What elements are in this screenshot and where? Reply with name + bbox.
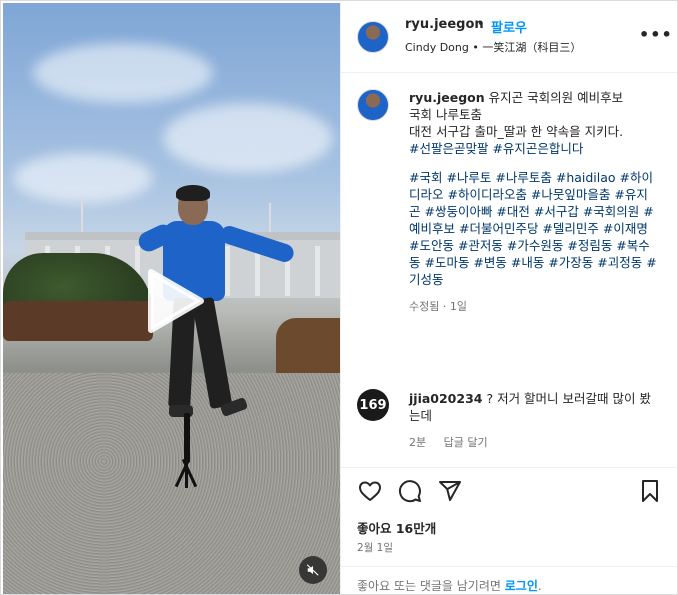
comment-username[interactable]: jjia020234: [409, 391, 482, 406]
caption-line3: 대전 서구갑 출마_딸과 한 약속을 지키다.: [409, 124, 624, 139]
post-caption: ryu.jeegon 유지곤 국회의원 예비후보 국회 나루토춤 대전 서구갑 …: [409, 89, 659, 315]
caption-edited-time: 수정됨 · 1일: [409, 300, 467, 313]
login-prompt-text: 좋아요 또는 댓글을 남기려면: [357, 579, 505, 593]
post-dialog: ryu.jeegon • 팔로우 Cindy Dong • 一笑江湖（科目三） …: [0, 0, 678, 595]
post-sidebar: ryu.jeegon • 팔로우 Cindy Dong • 一笑江湖（科目三） …: [340, 1, 677, 594]
separator-dot: •: [477, 17, 485, 32]
caption-username[interactable]: ryu.jeegon: [409, 90, 485, 105]
tripod: [174, 413, 198, 488]
audio-attribution[interactable]: Cindy Dong • 一笑江湖（科目三）: [405, 39, 581, 55]
header-username[interactable]: ryu.jeegon: [405, 17, 484, 32]
caption-line1: 유지곤 국회의원 예비후보: [488, 90, 624, 105]
post-actions: 좋아요 16만개 2월 1일 좋아요 또는 댓글을 남기려면 로그인.: [341, 467, 677, 594]
more-options-icon[interactable]: •••: [639, 25, 673, 44]
comment-avatar[interactable]: 169: [357, 389, 389, 421]
login-suffix: .: [537, 579, 542, 593]
avatar[interactable]: [357, 21, 389, 53]
login-prompt-row: 좋아요 또는 댓글을 남기려면 로그인.: [341, 566, 677, 594]
follow-button[interactable]: 팔로우: [491, 17, 527, 36]
paper-plane-icon[interactable]: [437, 478, 463, 504]
bookmark-icon[interactable]: [637, 478, 663, 504]
post-date: 2월 1일: [357, 542, 394, 554]
caption-line2: 국회 나루토춤: [409, 107, 482, 122]
comment: jjia020234 ? 저거 할머니 보러갈때 많이 봤는데 2분 답글 달기: [409, 390, 659, 451]
login-link[interactable]: 로그인: [505, 579, 538, 593]
like-count[interactable]: 좋아요 16만개: [357, 518, 436, 537]
caption-avatar[interactable]: [357, 89, 389, 121]
caption-hashtags-1[interactable]: #선팔은곧맞팔 #유지곤은합니다: [409, 140, 659, 157]
video-player[interactable]: [3, 3, 340, 594]
post-header: ryu.jeegon • 팔로우 Cindy Dong • 一笑江湖（科目三） …: [341, 1, 677, 73]
comment-bubble-icon[interactable]: [397, 478, 423, 504]
reply-button[interactable]: 답글 달기: [444, 436, 488, 449]
play-icon[interactable]: [145, 268, 205, 334]
heart-icon[interactable]: [357, 478, 383, 504]
caption-hashtags-2[interactable]: #국회 #나루토 #나루토춤 #haidilao #하이디라오 #하이디라오춤 …: [409, 169, 659, 288]
speaker-muted-icon[interactable]: [299, 556, 327, 584]
comment-time: 2분: [409, 436, 427, 449]
